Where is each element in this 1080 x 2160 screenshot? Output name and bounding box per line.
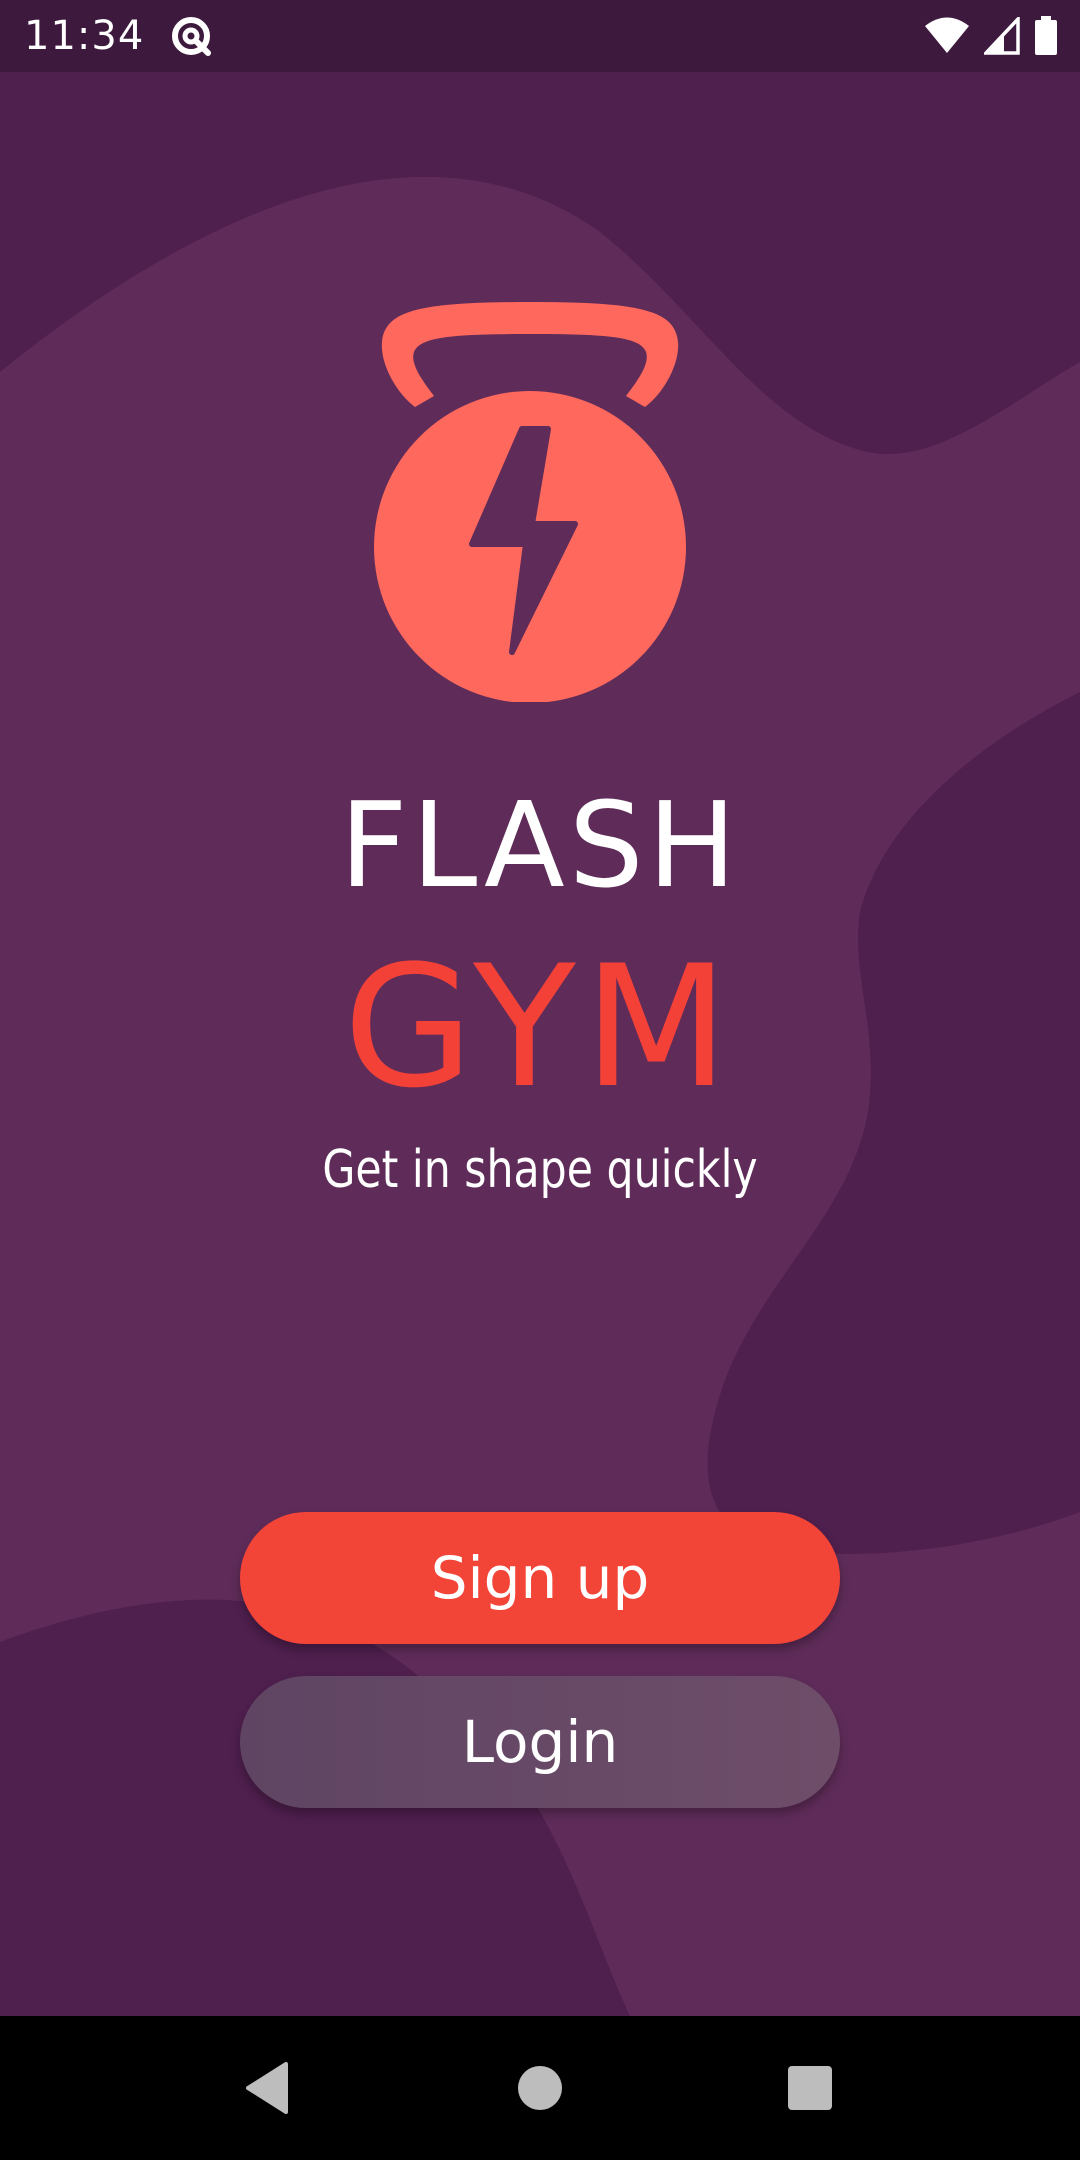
app-title-line1: FLASH <box>339 776 741 914</box>
data-saver-icon <box>168 13 214 59</box>
home-icon <box>518 2066 562 2110</box>
back-button[interactable] <box>196 2016 340 2160</box>
back-icon <box>246 2062 288 2114</box>
navigation-bar <box>0 2016 1080 2160</box>
welcome-screen: 11:34 FLASH GYM Get in shape quickly Sig… <box>0 0 1080 2160</box>
status-right <box>924 16 1058 56</box>
status-bar: 11:34 <box>0 0 1080 72</box>
recents-icon <box>788 2066 832 2110</box>
app-body: FLASH GYM Get in shape quickly Sign up L… <box>0 72 1080 2016</box>
wifi-icon <box>924 17 970 55</box>
recents-button[interactable] <box>738 2016 882 2160</box>
signal-icon <box>984 17 1020 55</box>
app-title-line2: GYM <box>343 929 737 1125</box>
signup-button[interactable]: Sign up <box>240 1512 840 1644</box>
status-time: 11:34 <box>24 13 145 59</box>
battery-icon <box>1034 16 1058 56</box>
kettlebell-lightning-icon <box>374 302 686 702</box>
login-button[interactable]: Login <box>240 1676 840 1808</box>
tagline: Get in shape quickly <box>322 1140 758 1200</box>
status-left: 11:34 <box>24 13 214 59</box>
home-button[interactable] <box>468 2016 612 2160</box>
